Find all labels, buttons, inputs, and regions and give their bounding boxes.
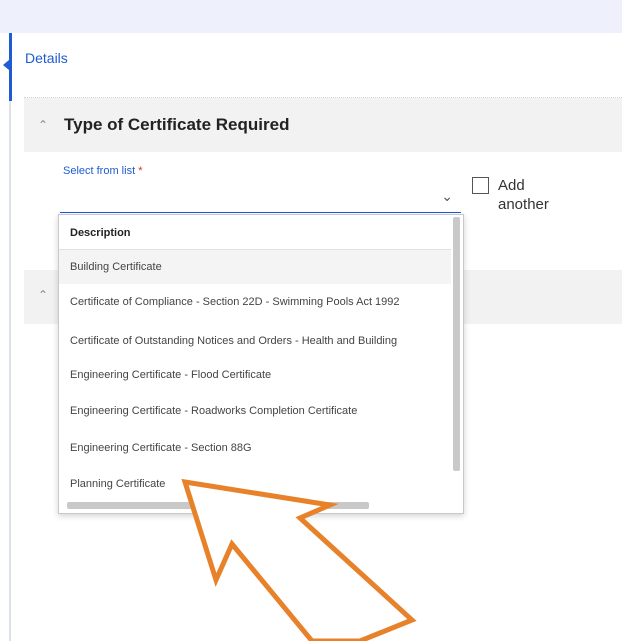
annotation-arrow-icon bbox=[181, 478, 417, 641]
annotation-arrow-shape bbox=[181, 478, 417, 641]
